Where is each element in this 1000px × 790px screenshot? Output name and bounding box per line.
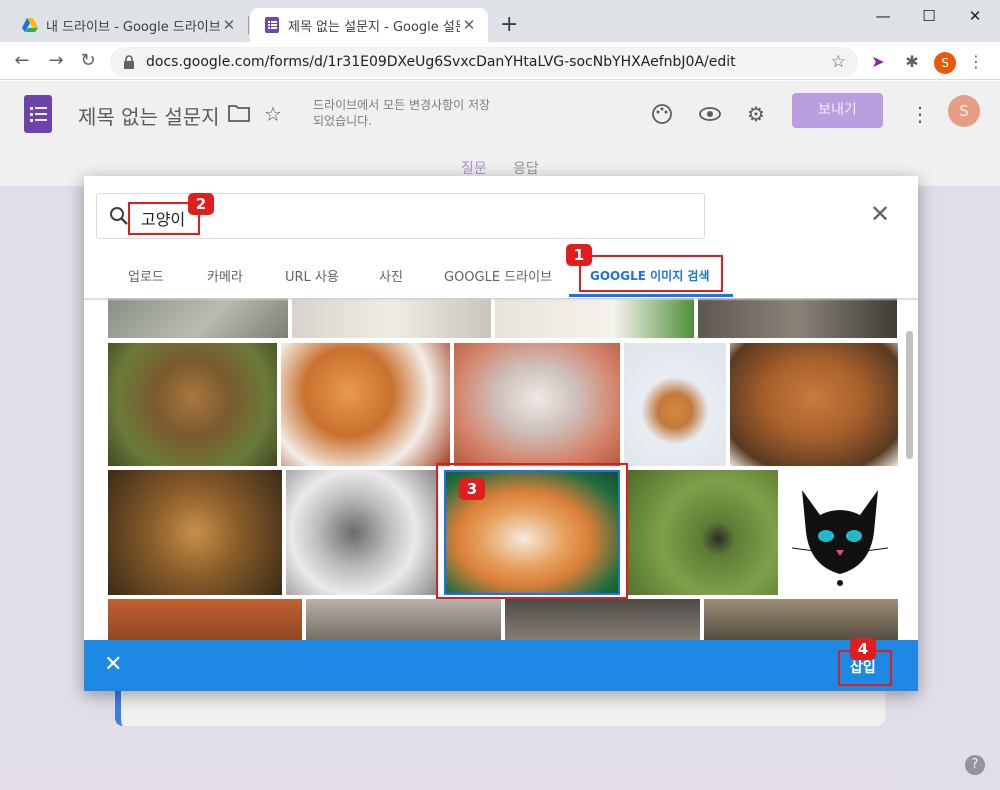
image-result[interactable] [108, 343, 277, 466]
browser-tab-forms[interactable]: 제목 없는 설문지 - Google 설문 ✕ [250, 8, 488, 42]
image-result[interactable] [730, 343, 898, 466]
profile-avatar[interactable]: S [934, 52, 956, 74]
browser-tab-drive[interactable]: 내 드라이브 - Google 드라이브 ✕ [8, 8, 248, 42]
highlight-google-image-search-tab [579, 255, 723, 292]
new-tab-icon[interactable]: + [500, 14, 518, 36]
url-text: docs.google.com/forms/d/1r31E09DXeUg6Svx… [146, 54, 736, 70]
browser-tab-title: 제목 없는 설문지 - Google 설문 [288, 19, 460, 35]
extensions-puzzle-icon[interactable]: ✱ [902, 52, 922, 72]
reload-icon[interactable]: ↻ [76, 50, 100, 72]
tab-separator [248, 16, 249, 34]
search-icon [110, 207, 128, 225]
tabs-divider-shadow [84, 298, 918, 301]
cat-illustration-icon [791, 490, 889, 586]
close-tab-icon[interactable]: ✕ [220, 16, 238, 34]
bookmark-star-icon[interactable]: ☆ [831, 52, 846, 72]
address-bar[interactable]: docs.google.com/forms/d/1r31E09DXeUg6Svx… [110, 47, 858, 77]
tab-url[interactable]: URL 사용 [285, 266, 339, 285]
image-result[interactable] [108, 298, 288, 338]
window-close-icon[interactable]: ✕ [952, 4, 998, 28]
results-scrollbar[interactable] [906, 331, 913, 459]
browser-menu-icon[interactable]: ⋮ [966, 52, 986, 72]
maximize-icon[interactable]: ☐ [906, 4, 952, 28]
image-result[interactable] [782, 470, 898, 595]
insert-action-bar: ✕ 삽입 [84, 640, 918, 691]
image-result[interactable] [306, 599, 501, 644]
tab-google-drive[interactable]: GOOGLE 드라이브 [444, 266, 552, 285]
forward-icon[interactable]: → [44, 50, 68, 72]
deselect-close-icon[interactable]: ✕ [104, 653, 122, 677]
image-result[interactable] [505, 599, 700, 644]
browser-toolbar: ← → ↻ docs.google.com/forms/d/1r31E09DXe… [0, 42, 1000, 80]
extension-cursor-icon[interactable]: ➤ [868, 52, 888, 72]
insert-image-dialog: 고양이 ✕ 업로드 카메라 URL 사용 사진 GOOGLE 드라이브 GOOG… [84, 176, 918, 691]
google-forms-icon [265, 17, 279, 33]
active-tab-indicator [569, 294, 733, 297]
image-result[interactable] [286, 470, 436, 595]
image-result[interactable] [628, 470, 778, 595]
tab-camera[interactable]: 카메라 [207, 266, 243, 285]
step-badge-1: 1 [566, 244, 592, 266]
browser-tabstrip: 내 드라이브 - Google 드라이브 ✕ 제목 없는 설문지 - Googl… [0, 0, 1000, 42]
image-result[interactable] [292, 298, 491, 338]
image-result[interactable] [624, 343, 726, 466]
close-dialog-icon[interactable]: ✕ [870, 202, 890, 226]
step-badge-2: 2 [188, 193, 214, 215]
image-result[interactable] [495, 298, 694, 338]
back-icon[interactable]: ← [10, 50, 34, 72]
image-result[interactable] [698, 298, 897, 338]
minimize-icon[interactable]: — [860, 4, 906, 28]
google-drive-icon [22, 18, 38, 32]
image-result[interactable] [108, 470, 282, 595]
close-tab-icon[interactable]: ✕ [460, 16, 478, 34]
tab-photos[interactable]: 사진 [379, 266, 403, 285]
step-badge-3: 3 [459, 478, 485, 500]
image-result[interactable] [454, 343, 620, 466]
browser-tab-title: 내 드라이브 - Google 드라이브 [46, 19, 220, 35]
lock-icon [124, 55, 134, 69]
step-badge-4: 4 [850, 638, 876, 660]
tab-upload[interactable]: 업로드 [128, 266, 164, 285]
image-result[interactable] [108, 599, 302, 644]
image-result[interactable] [281, 343, 450, 466]
